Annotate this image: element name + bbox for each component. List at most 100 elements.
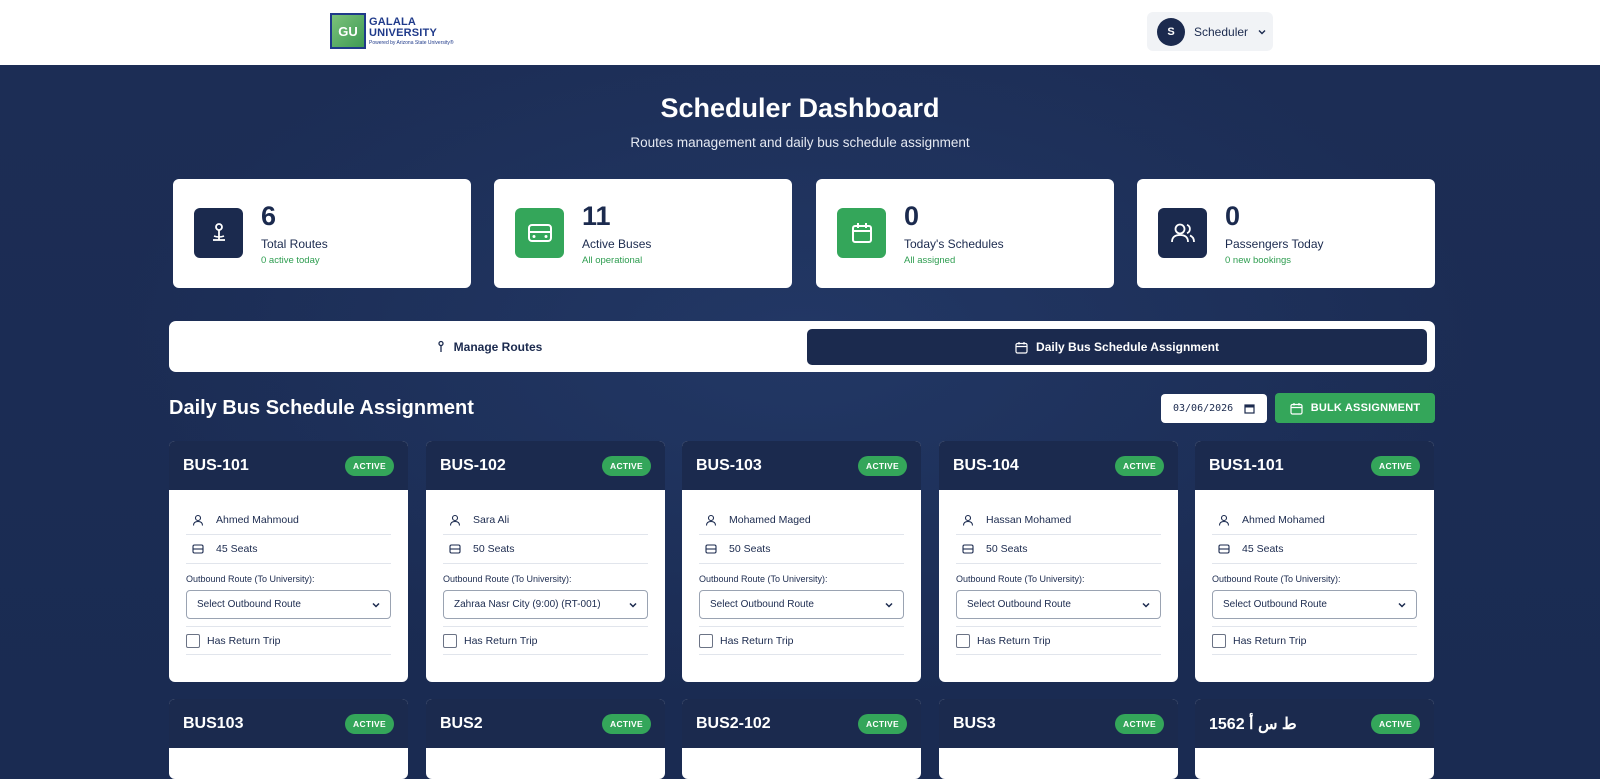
select-value: Select Outbound Route: [710, 599, 814, 610]
tab-daily-bus-schedule[interactable]: Daily Bus Schedule Assignment: [807, 329, 1427, 365]
stat-sub: 0 new bookings: [1225, 255, 1292, 266]
user-icon: [449, 514, 461, 526]
chevron-down-icon: [885, 602, 893, 608]
bus-name: BUS-103: [696, 456, 762, 474]
stat-sub: All assigned: [904, 255, 956, 266]
chevron-down-icon: [372, 602, 380, 608]
bus-icon: [515, 208, 564, 258]
seat-count: 50 Seats: [729, 543, 771, 555]
schedule-date-input[interactable]: 03/06/2026: [1161, 394, 1267, 423]
bulk-assignment-label: BULK ASSIGNMENT: [1310, 402, 1421, 414]
user-icon: [962, 514, 974, 526]
return-trip-toggle[interactable]: Has Return Trip: [186, 627, 391, 655]
chevron-down-icon: [1142, 602, 1150, 608]
status-badge: ACTIVE: [345, 713, 394, 734]
outbound-route-select[interactable]: Select Outbound Route: [699, 590, 904, 619]
driver-row: Sara Ali: [443, 506, 648, 535]
bulk-assignment-button[interactable]: BULK ASSIGNMENT: [1275, 393, 1435, 423]
select-value: Select Outbound Route: [1223, 599, 1327, 610]
outbound-route-select[interactable]: Select Outbound Route: [186, 590, 391, 619]
seat-count: 45 Seats: [1242, 543, 1284, 555]
stat-card-active-buses: 11 Active Buses All operational: [494, 179, 792, 288]
route-pin-icon: [194, 208, 243, 258]
route-pin-icon: [438, 340, 444, 352]
bus-name: 1562 ط س أ: [1209, 715, 1297, 733]
stat-card-passengers-today: 0 Passengers Today 0 new bookings: [1137, 179, 1435, 288]
university-logo[interactable]: GU GALALA UNIVERSITY Powered by Arizona …: [330, 12, 454, 50]
return-trip-label: Has Return Trip: [207, 634, 281, 647]
seat-count: 45 Seats: [216, 543, 258, 555]
outbound-route-select[interactable]: Select Outbound Route: [956, 590, 1161, 619]
driver-name: Hassan Mohamed: [986, 514, 1072, 526]
status-badge: ACTIVE: [602, 455, 651, 476]
bus-card: BUS-104 ACTIVE Hassan Mohamed 50 Seats O…: [939, 441, 1178, 682]
return-trip-toggle[interactable]: Has Return Trip: [699, 627, 904, 655]
bus-icon: [1218, 543, 1230, 554]
status-badge: ACTIVE: [1371, 455, 1420, 476]
outbound-route-label: Outbound Route (To University):: [956, 574, 1085, 584]
bus-name: BUS3: [953, 714, 996, 732]
select-value: Select Outbound Route: [197, 599, 301, 610]
driver-name: Ahmed Mohamed: [1242, 514, 1325, 526]
return-trip-toggle[interactable]: Has Return Trip: [443, 627, 648, 655]
return-trip-checkbox[interactable]: [699, 633, 713, 648]
stat-label: Passengers Today: [1225, 237, 1324, 251]
bus-card: 1562 ط س أ ACTIVE: [1195, 699, 1434, 779]
outbound-route-select[interactable]: Zahraa Nasr City (9:00) (RT-001): [443, 590, 648, 619]
return-trip-label: Has Return Trip: [977, 634, 1051, 647]
return-trip-label: Has Return Trip: [464, 634, 538, 647]
tab-bar: Manage Routes Daily Bus Schedule Assignm…: [169, 321, 1435, 372]
bus-name: BUS-102: [440, 456, 506, 474]
logo-line-3: Powered by Arizona State University®: [369, 39, 454, 46]
user-menu[interactable]: S Scheduler: [1147, 12, 1273, 51]
select-value: Zahraa Nasr City (9:00) (RT-001): [454, 599, 601, 610]
chevron-down-icon: [1258, 29, 1266, 34]
bus-icon: [192, 543, 204, 554]
user-icon: [1218, 514, 1230, 526]
page-title: Scheduler Dashboard: [660, 93, 940, 123]
status-badge: ACTIVE: [858, 455, 907, 476]
return-trip-checkbox[interactable]: [1212, 633, 1226, 648]
calendar-icon[interactable]: [1244, 403, 1255, 414]
seats-row: 50 Seats: [956, 535, 1161, 564]
seats-row: 50 Seats: [699, 535, 904, 564]
bus-name: BUS2: [440, 714, 483, 732]
bus-card: BUS3 ACTIVE: [939, 699, 1178, 779]
status-badge: ACTIVE: [345, 455, 394, 476]
return-trip-checkbox[interactable]: [443, 633, 457, 648]
driver-row: Hassan Mohamed: [956, 506, 1161, 535]
seats-row: 50 Seats: [443, 535, 648, 564]
bus-name: BUS1-101: [1209, 456, 1284, 474]
seats-row: 45 Seats: [1212, 535, 1417, 564]
seats-row: 45 Seats: [186, 535, 391, 564]
stat-label: Active Buses: [582, 237, 652, 251]
outbound-route-label: Outbound Route (To University):: [699, 574, 828, 584]
bus-icon: [705, 543, 717, 554]
return-trip-checkbox[interactable]: [186, 633, 200, 648]
driver-row: Ahmed Mohamed: [1212, 506, 1417, 535]
outbound-route-select[interactable]: Select Outbound Route: [1212, 590, 1417, 619]
stat-value: 11: [582, 201, 611, 231]
status-badge: ACTIVE: [602, 713, 651, 734]
select-value: Select Outbound Route: [967, 599, 1071, 610]
bus-card: BUS2-102 ACTIVE: [682, 699, 921, 779]
calendar-icon: [837, 208, 886, 258]
status-badge: ACTIVE: [1371, 713, 1420, 734]
users-icon: [1158, 208, 1207, 258]
stat-value: 0: [904, 201, 920, 231]
driver-name: Mohamed Maged: [729, 514, 811, 526]
bus-name: BUS-104: [953, 456, 1019, 474]
chevron-down-icon: [629, 602, 637, 608]
outbound-route-label: Outbound Route (To University):: [1212, 574, 1341, 584]
chevron-down-icon: [1398, 602, 1406, 608]
tab-label: Manage Routes: [453, 340, 543, 354]
seat-count: 50 Seats: [473, 543, 515, 555]
driver-row: Ahmed Mahmoud: [186, 506, 391, 535]
date-value: 03/06/2026: [1173, 403, 1234, 414]
seat-count: 50 Seats: [986, 543, 1028, 555]
return-trip-toggle[interactable]: Has Return Trip: [956, 627, 1161, 655]
return-trip-checkbox[interactable]: [956, 633, 970, 648]
tab-manage-routes[interactable]: Manage Routes: [177, 329, 801, 365]
tab-label: Daily Bus Schedule Assignment: [1036, 340, 1219, 354]
return-trip-toggle[interactable]: Has Return Trip: [1212, 627, 1417, 655]
